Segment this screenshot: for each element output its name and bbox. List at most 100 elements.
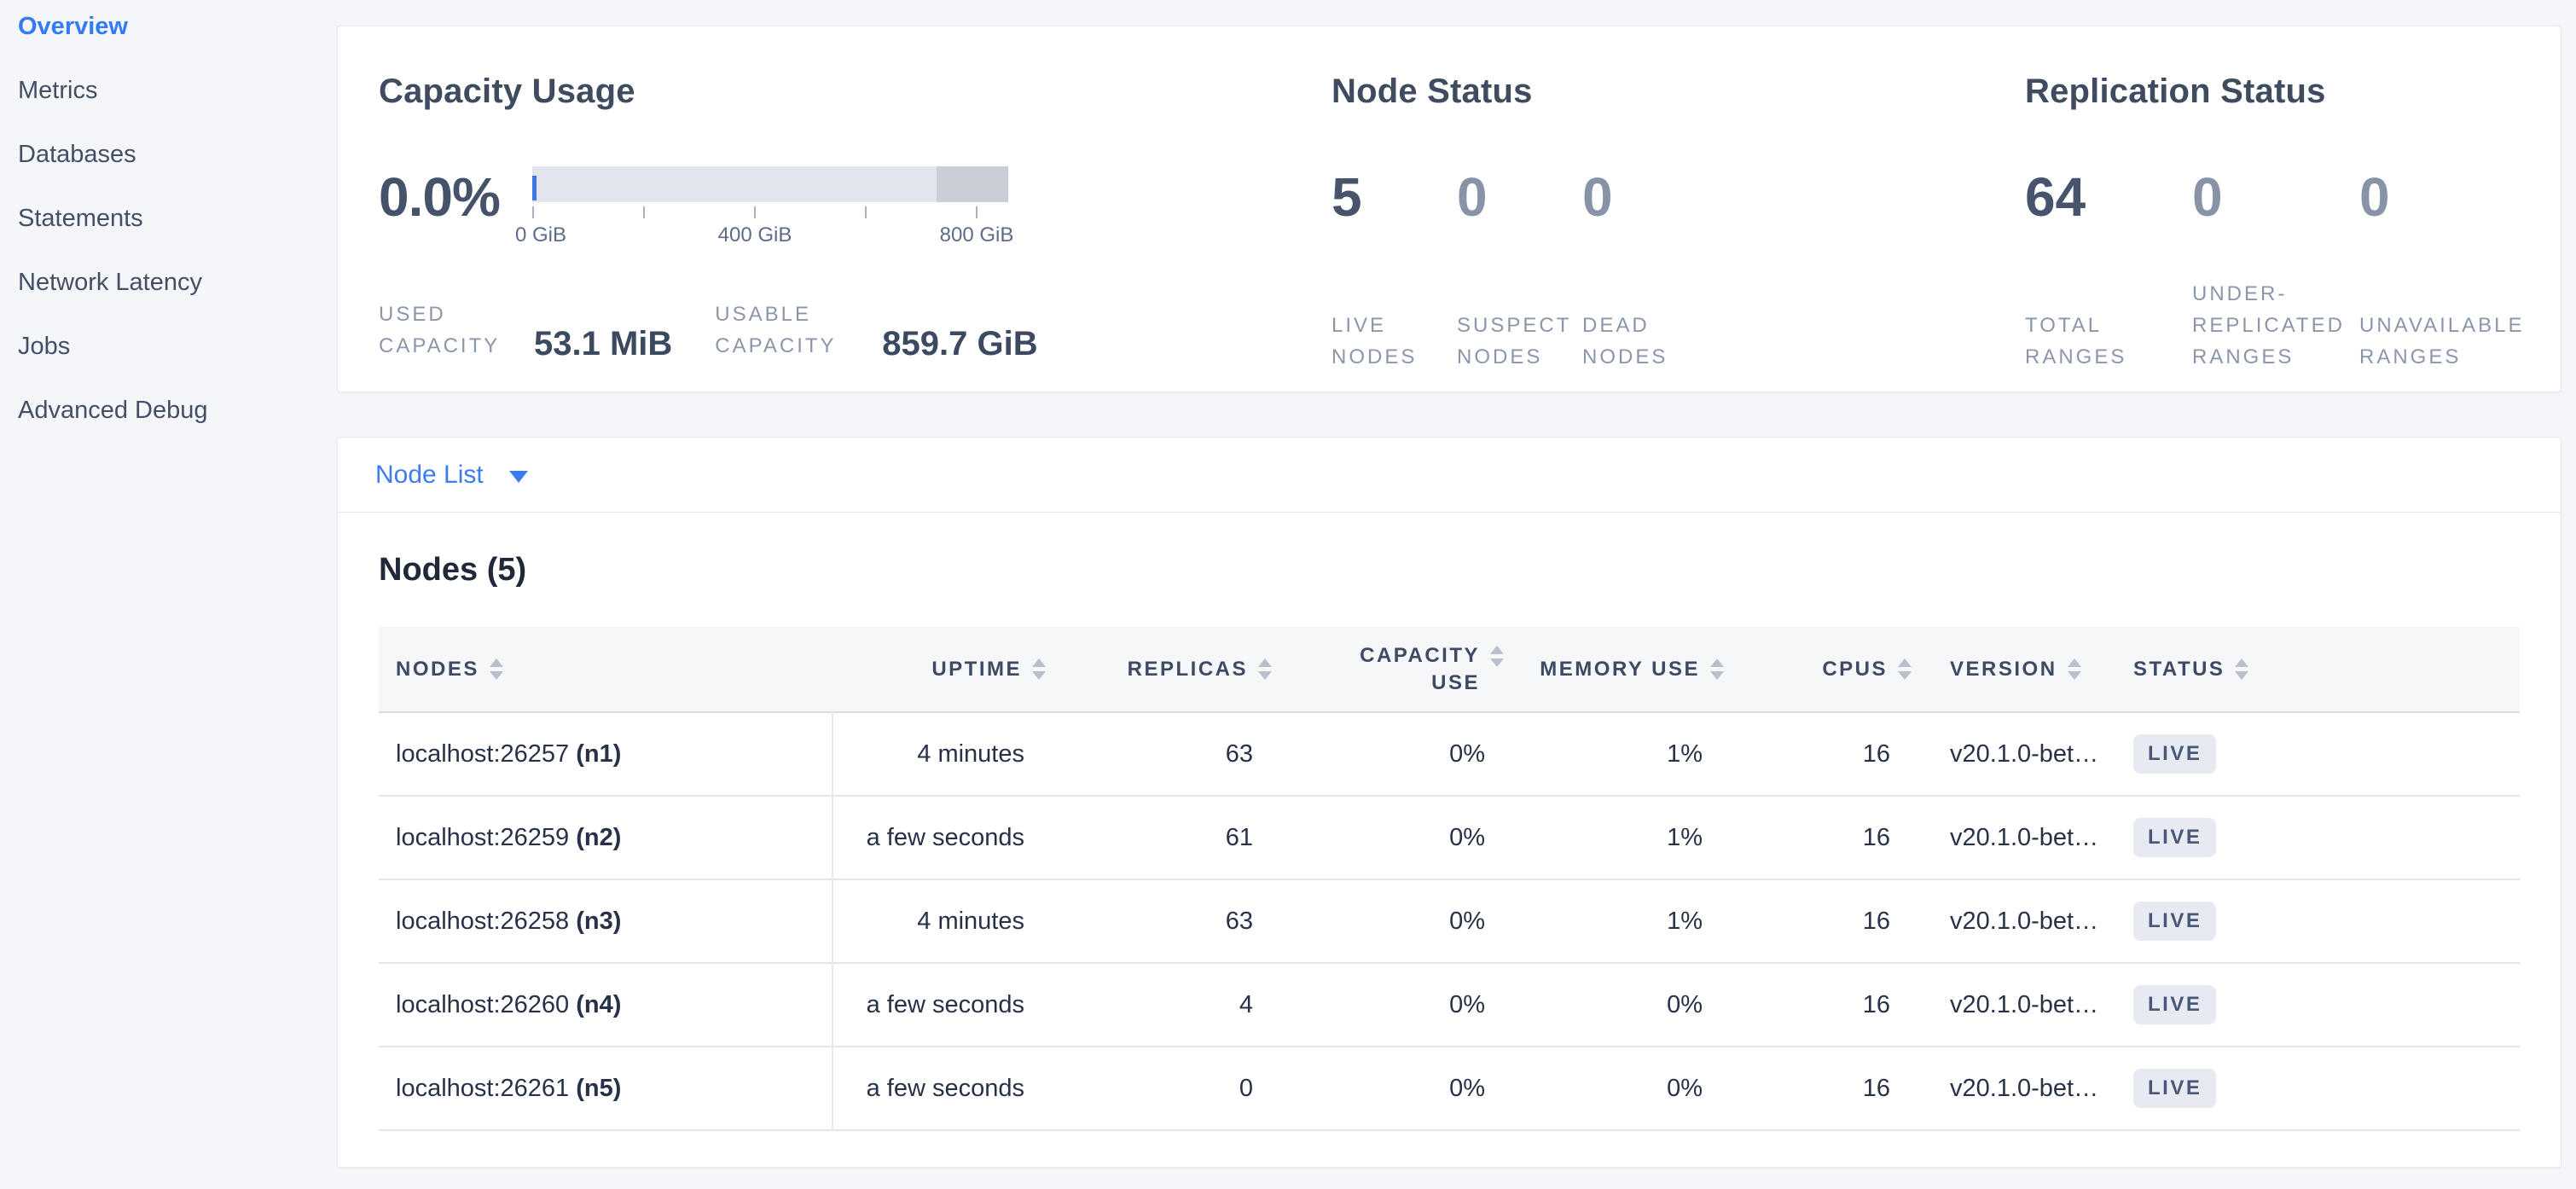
capacity-use-cell: 0% bbox=[1272, 796, 1504, 879]
version-cell: v20.1.0-bet… bbox=[1912, 879, 2116, 963]
column-label: CAPACITY USE bbox=[1343, 642, 1480, 697]
nodes-table-header-row: NODES UPTIME REPLICAS CAPACITY USE bbox=[379, 627, 2520, 712]
column-header-replicas[interactable]: REPLICAS bbox=[1046, 627, 1272, 712]
cpus-cell: 16 bbox=[1724, 963, 1912, 1047]
node-address-link[interactable]: localhost:26260 bbox=[396, 991, 569, 1018]
sort-icon bbox=[1258, 658, 1272, 680]
cpus-cell: 16 bbox=[1724, 712, 1912, 796]
unavailable-ranges-stat: 0 UNAVAILABLE RANGES bbox=[2359, 166, 2527, 373]
status-badge: LIVE bbox=[2133, 818, 2216, 857]
live-nodes-label: LIVE NODES bbox=[1332, 310, 1457, 373]
total-ranges-stat: 64 TOTAL RANGES bbox=[2025, 166, 2192, 373]
column-label: CPUS bbox=[1822, 658, 1888, 682]
chevron-down-icon bbox=[509, 471, 528, 483]
node-list-dropdown-label: Node List bbox=[375, 461, 484, 490]
column-label: VERSION bbox=[1950, 658, 2057, 682]
sidebar-item-databases[interactable]: Databases bbox=[18, 138, 337, 171]
node-status-section: Node Status 5 LIVE NODES 0 SUSPECT NODES… bbox=[1332, 71, 2025, 368]
nodes-count-title: Nodes (5) bbox=[379, 550, 2520, 589]
column-header-capacity-use[interactable]: CAPACITY USE bbox=[1272, 627, 1504, 712]
capacity-usage-title: Capacity Usage bbox=[379, 71, 1332, 112]
axis-label-800: 800 GiB bbox=[940, 223, 1014, 247]
node-address-link[interactable]: localhost:26261 bbox=[396, 1075, 569, 1102]
column-label: MEMORY USE bbox=[1540, 658, 1700, 682]
dead-nodes-stat: 0 DEAD NODES bbox=[1582, 166, 1708, 373]
replicas-cell: 63 bbox=[1046, 879, 1272, 963]
memory-use-cell: 1% bbox=[1504, 712, 1724, 796]
capacity-bar-reserved-segment bbox=[937, 166, 1008, 202]
sort-icon bbox=[1032, 658, 1046, 680]
memory-use-cell: 1% bbox=[1504, 879, 1724, 963]
sidebar-item-jobs[interactable]: Jobs bbox=[18, 330, 337, 362]
sidebar-item-advanced-debug[interactable]: Advanced Debug bbox=[18, 394, 337, 426]
suspect-nodes-label: SUSPECT NODES bbox=[1457, 310, 1582, 373]
under-replicated-ranges-label: UNDER-REPLICATED RANGES bbox=[2192, 278, 2359, 373]
nodes-section: Nodes (5) NODES UPTIME bbox=[338, 513, 2561, 1167]
cluster-summary-panel: Capacity Usage 0.0% 0 GiB 400 Gi bbox=[337, 26, 2561, 392]
total-ranges-value: 64 bbox=[2025, 166, 2192, 228]
column-header-version[interactable]: VERSION bbox=[1912, 627, 2116, 712]
column-label: STATUS bbox=[2133, 658, 2225, 682]
column-label: NODES bbox=[396, 658, 479, 682]
usable-capacity-label: USABLE CAPACITY bbox=[715, 299, 862, 362]
version-cell: v20.1.0-bet… bbox=[1912, 963, 2116, 1047]
capacity-use-cell: 0% bbox=[1272, 879, 1504, 963]
dead-nodes-label: DEAD NODES bbox=[1582, 310, 1708, 373]
page: Overview Metrics Databases Statements Ne… bbox=[0, 0, 2576, 1189]
node-address-link[interactable]: localhost:26257 bbox=[396, 740, 569, 768]
sidebar-item-metrics[interactable]: Metrics bbox=[18, 74, 337, 107]
node-id: (n1) bbox=[576, 740, 621, 768]
node-id: (n4) bbox=[576, 991, 621, 1018]
sort-icon bbox=[2068, 658, 2081, 680]
cpus-cell: 16 bbox=[1724, 796, 1912, 879]
node-address-link[interactable]: localhost:26259 bbox=[396, 824, 569, 851]
version-cell: v20.1.0-bet… bbox=[1912, 1047, 2116, 1130]
axis-label-400: 400 GiB bbox=[718, 223, 792, 247]
node-id: (n3) bbox=[576, 908, 621, 935]
capacity-axis-ticks bbox=[532, 205, 1008, 220]
memory-use-cell: 0% bbox=[1504, 1047, 1724, 1130]
sort-icon bbox=[490, 658, 503, 680]
sort-icon bbox=[2235, 658, 2248, 680]
capacity-use-cell: 0% bbox=[1272, 963, 1504, 1047]
status-badge: LIVE bbox=[2133, 734, 2216, 774]
capacity-bar-used-indicator bbox=[532, 176, 537, 200]
capacity-usage-section: Capacity Usage 0.0% 0 GiB 400 Gi bbox=[379, 71, 1332, 368]
sidebar-item-statements[interactable]: Statements bbox=[18, 202, 337, 235]
table-row: localhost:26258 (n3) 4 minutes 63 0% 1% … bbox=[379, 879, 2520, 963]
uptime-cell: 4 minutes bbox=[833, 879, 1046, 963]
node-list-dropdown[interactable]: Node List bbox=[375, 461, 528, 490]
column-header-nodes[interactable]: NODES bbox=[379, 627, 833, 712]
capacity-axis-labels: 0 GiB 400 GiB 800 GiB bbox=[532, 223, 1008, 249]
used-capacity-label: USED CAPACITY bbox=[379, 299, 513, 362]
table-row: localhost:26259 (n2) a few seconds 61 0%… bbox=[379, 796, 2520, 879]
replication-status-title: Replication Status bbox=[2025, 71, 2527, 112]
capacity-use-cell: 0% bbox=[1272, 1047, 1504, 1130]
table-row: localhost:26260 (n4) a few seconds 4 0% … bbox=[379, 963, 2520, 1047]
uptime-cell: a few seconds bbox=[833, 796, 1046, 879]
live-nodes-stat: 5 LIVE NODES bbox=[1332, 166, 1457, 373]
replicas-cell: 61 bbox=[1046, 796, 1272, 879]
cpus-cell: 16 bbox=[1724, 879, 1912, 963]
node-status-title: Node Status bbox=[1332, 71, 2025, 112]
sidebar-item-network-latency[interactable]: Network Latency bbox=[18, 266, 337, 299]
capacity-used-percent: 0.0% bbox=[379, 166, 532, 249]
sidebar-item-overview[interactable]: Overview bbox=[18, 10, 337, 43]
unavailable-ranges-label: UNAVAILABLE RANGES bbox=[2359, 310, 2527, 373]
sort-icon bbox=[1490, 646, 1504, 667]
capacity-use-cell: 0% bbox=[1272, 712, 1504, 796]
suspect-nodes-value: 0 bbox=[1457, 166, 1582, 228]
node-id: (n5) bbox=[576, 1075, 621, 1102]
node-address-link[interactable]: localhost:26258 bbox=[396, 908, 569, 935]
column-header-cpus[interactable]: CPUS bbox=[1724, 627, 1912, 712]
node-list-dropdown-row: Node List bbox=[338, 438, 2561, 513]
table-row: localhost:26257 (n1) 4 minutes 63 0% 1% … bbox=[379, 712, 2520, 796]
sort-icon bbox=[1710, 658, 1724, 680]
column-header-status[interactable]: STATUS bbox=[2116, 627, 2520, 712]
column-header-memory-use[interactable]: MEMORY USE bbox=[1504, 627, 1724, 712]
status-badge: LIVE bbox=[2133, 1069, 2216, 1108]
version-cell: v20.1.0-bet… bbox=[1912, 712, 2116, 796]
node-id: (n2) bbox=[576, 824, 621, 851]
cpus-cell: 16 bbox=[1724, 1047, 1912, 1130]
column-header-uptime[interactable]: UPTIME bbox=[833, 627, 1046, 712]
